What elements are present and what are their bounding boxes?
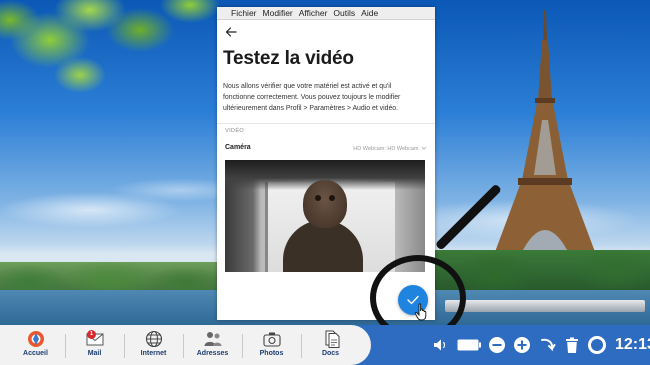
dock-item-docs[interactable]: Docs — [301, 328, 360, 362]
camera-label: Caméra — [225, 144, 251, 151]
camera-select-value: HD Webcam: HD Webcam — [353, 146, 419, 152]
menu-aide[interactable]: Aide — [361, 7, 378, 19]
taskbar: Accueil 1 Mail Internet Adresses Photos … — [0, 325, 650, 365]
help-lifebuoy-icon[interactable] — [588, 336, 606, 354]
zoom-in-icon[interactable] — [513, 336, 531, 354]
menu-bar: Fichier Modifier Afficher Outils Aide — [217, 7, 435, 20]
camera-icon — [262, 332, 281, 347]
dock-item-internet[interactable]: Internet — [124, 328, 183, 362]
page-description: Nous allons vérifier que votre matériel … — [223, 83, 401, 112]
dock-item-photos[interactable]: Photos — [242, 328, 301, 362]
menu-modifier[interactable]: Modifier — [263, 7, 293, 19]
menu-fichier[interactable]: Fichier — [231, 7, 257, 19]
menu-afficher[interactable]: Afficher — [299, 7, 328, 19]
camera-select[interactable]: HD Webcam: HD Webcam — [353, 145, 427, 152]
dock-label-internet: Internet — [140, 350, 167, 357]
section-divider — [217, 123, 435, 124]
zoom-out-icon[interactable] — [488, 336, 506, 354]
globe-icon — [145, 330, 162, 348]
camera-preview — [225, 160, 425, 272]
dock-item-accueil[interactable]: Accueil — [6, 328, 65, 362]
trash-icon[interactable] — [563, 336, 581, 354]
volume-icon[interactable] — [432, 336, 450, 354]
preview-subject-eye — [315, 195, 321, 201]
dock-item-mail[interactable]: 1 Mail — [65, 328, 124, 362]
dock-label-accueil: Accueil — [23, 350, 48, 357]
hand-cursor-icon — [414, 303, 427, 321]
app-dock: Accueil 1 Mail Internet Adresses Photos … — [0, 325, 371, 365]
preview-subject-head — [303, 180, 347, 228]
eiffel-tower-image — [492, 10, 598, 260]
menu-outils[interactable]: Outils — [333, 7, 355, 19]
dock-label-adresses: Adresses — [196, 350, 229, 357]
mail-unread-badge: 1 — [87, 330, 96, 339]
dock-label-photos: Photos — [259, 350, 284, 357]
camera-field-row: Caméra HD Webcam: HD Webcam — [225, 144, 427, 156]
home-logo-icon — [27, 331, 44, 347]
preview-subject-eye — [329, 195, 335, 201]
wallpaper-boat — [445, 300, 645, 312]
wallpaper-leaves — [0, 0, 240, 120]
contacts-icon — [204, 332, 221, 346]
chevron-down-icon — [421, 146, 427, 150]
documents-icon — [325, 330, 339, 348]
page-title: Testez la vidéo — [223, 48, 354, 69]
video-section-label: VIDÉO — [225, 128, 245, 134]
back-arrow-icon[interactable] — [225, 26, 237, 38]
battery-icon — [457, 339, 481, 351]
undo-icon[interactable] — [538, 336, 556, 354]
system-tray: 12:13 — [400, 325, 650, 365]
dock-label-docs: Docs — [321, 350, 340, 357]
clock: 12:13 — [615, 336, 650, 353]
dock-label-mail: Mail — [87, 350, 102, 357]
dock-item-adresses[interactable]: Adresses — [183, 328, 242, 362]
